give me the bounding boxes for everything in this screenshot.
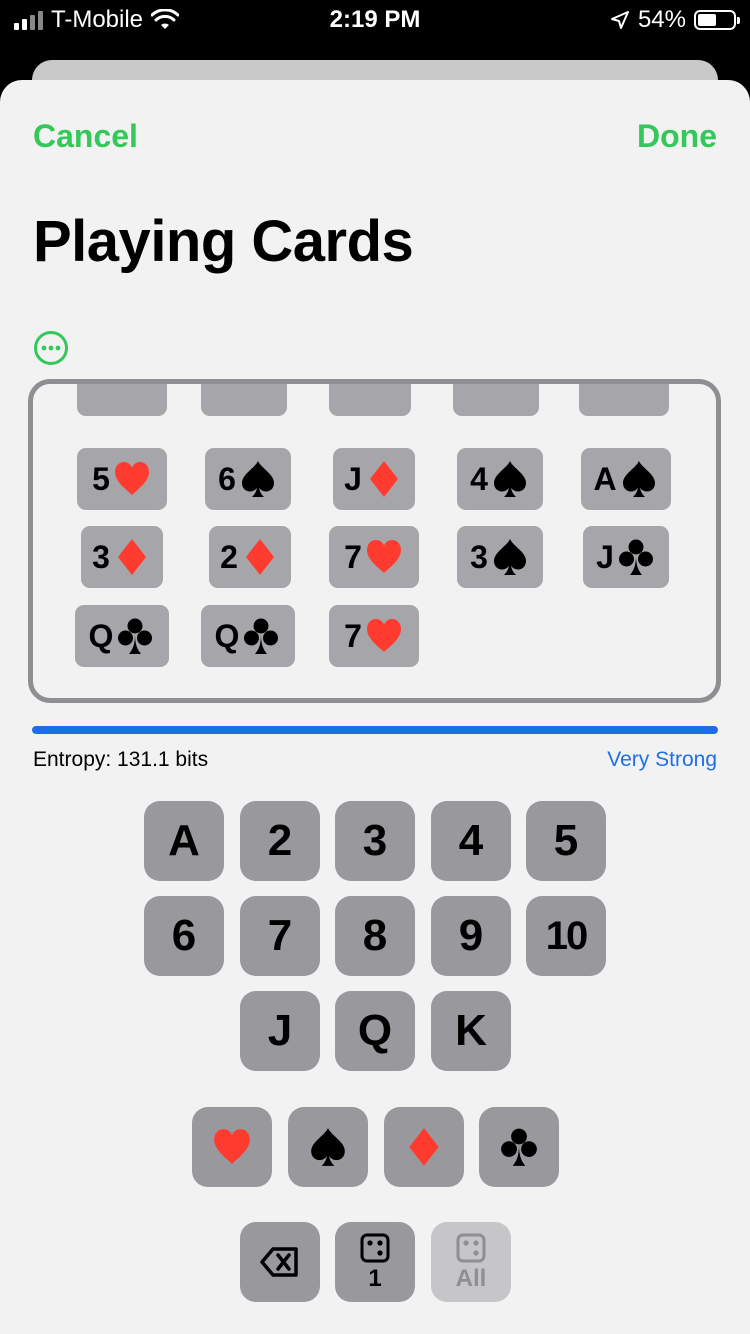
- rank-key-4[interactable]: 4: [431, 801, 511, 881]
- card-rank: 2: [220, 538, 238, 575]
- rank-key-6[interactable]: 6: [144, 896, 224, 976]
- cancel-button[interactable]: Cancel: [33, 118, 138, 155]
- sequence-card-partial: [77, 384, 167, 416]
- card-sequence-box[interactable]: 5 6 J 4 A 3 2 7 3 J Q Q 7: [28, 379, 721, 703]
- die-face-icon: [456, 1233, 486, 1263]
- sequence-card[interactable]: 4: [457, 448, 543, 510]
- rank-key-k[interactable]: K: [431, 991, 511, 1071]
- sequence-card[interactable]: 7: [329, 526, 419, 588]
- spade-suit-button[interactable]: [288, 1107, 368, 1187]
- sequence-card-partial: [453, 384, 539, 416]
- sequence-card[interactable]: 5: [77, 448, 167, 510]
- sequence-card-partial: [579, 384, 669, 416]
- diamond-suit-icon: [245, 539, 274, 575]
- spade-suit-icon: [622, 461, 655, 497]
- sequence-card[interactable]: Q: [75, 605, 169, 667]
- club-suit-button[interactable]: [479, 1107, 559, 1187]
- diamond-suit-button[interactable]: [384, 1107, 464, 1187]
- sequence-card[interactable]: 7: [329, 605, 419, 667]
- ellipsis-circle-icon[interactable]: [33, 330, 69, 366]
- club-suit-icon: [118, 618, 153, 654]
- random-one-button[interactable]: 1: [335, 1222, 415, 1302]
- card-rank: 6: [218, 460, 236, 497]
- rank-key-10[interactable]: 10: [526, 896, 606, 976]
- card-rank: A: [593, 460, 617, 497]
- diamond-suit-icon: [409, 1128, 439, 1166]
- spade-suit-icon: [493, 539, 526, 575]
- rank-key-3[interactable]: 3: [335, 801, 415, 881]
- random-all-button: All: [431, 1222, 511, 1302]
- card-rank: 7: [344, 538, 362, 575]
- rank-key-5[interactable]: 5: [526, 801, 606, 881]
- delete-button[interactable]: [240, 1222, 320, 1302]
- card-rank: 5: [92, 460, 110, 497]
- heart-suit-icon: [366, 619, 401, 652]
- entropy-label: Entropy: 131.1 bits: [33, 748, 209, 771]
- card-rank: 4: [470, 460, 488, 497]
- sequence-card-partial: [201, 384, 287, 416]
- sequence-card[interactable]: J: [333, 448, 415, 510]
- done-button[interactable]: Done: [637, 118, 717, 155]
- strength-label: Very Strong: [607, 748, 717, 771]
- die-face-icon: [360, 1233, 390, 1263]
- heart-suit-button[interactable]: [192, 1107, 272, 1187]
- sequence-card[interactable]: 6: [205, 448, 291, 510]
- rank-key-2[interactable]: 2: [240, 801, 320, 881]
- diamond-suit-icon: [117, 539, 146, 575]
- sequence-card[interactable]: 3: [81, 526, 163, 588]
- heart-suit-icon: [114, 462, 149, 495]
- card-rank: Q: [88, 617, 114, 654]
- rank-key-7[interactable]: 7: [240, 896, 320, 976]
- sequence-card[interactable]: 2: [209, 526, 291, 588]
- heart-suit-icon: [214, 1129, 250, 1164]
- card-rank: J: [596, 538, 614, 575]
- entropy-progress-bar: [32, 726, 718, 734]
- spade-suit-icon: [311, 1128, 345, 1166]
- card-rank: J: [344, 460, 362, 497]
- rank-key-9[interactable]: 9: [431, 896, 511, 976]
- sequence-card[interactable]: Q: [201, 605, 295, 667]
- diamond-suit-icon: [369, 461, 398, 497]
- random-one-label: 1: [368, 1265, 382, 1292]
- rank-key-a[interactable]: A: [144, 801, 224, 881]
- battery-percent: 54%: [637, 6, 686, 33]
- card-rank: 7: [344, 617, 362, 654]
- spade-suit-icon: [493, 461, 526, 497]
- sequence-card[interactable]: 3: [457, 526, 543, 588]
- battery-icon: [694, 10, 740, 30]
- rank-key-q[interactable]: Q: [335, 991, 415, 1071]
- status-bar: T-Mobile 2:19 PM 54%: [0, 0, 750, 44]
- page-title: Playing Cards: [33, 209, 414, 274]
- card-rank: Q: [214, 617, 240, 654]
- spade-suit-icon: [241, 461, 274, 497]
- club-suit-icon: [618, 539, 653, 575]
- sequence-card-partial: [329, 384, 411, 416]
- delete-backward-icon: [260, 1247, 298, 1277]
- card-rank: 3: [92, 538, 110, 575]
- club-suit-icon: [244, 618, 279, 654]
- card-rank: 3: [470, 538, 488, 575]
- rank-key-j[interactable]: J: [240, 991, 320, 1071]
- random-all-label: All: [455, 1265, 487, 1292]
- location-arrow-icon: [610, 11, 629, 29]
- heart-suit-icon: [366, 540, 401, 573]
- rank-key-8[interactable]: 8: [335, 896, 415, 976]
- sequence-card[interactable]: A: [581, 448, 671, 510]
- club-suit-icon: [501, 1128, 537, 1166]
- sequence-card[interactable]: J: [583, 526, 669, 588]
